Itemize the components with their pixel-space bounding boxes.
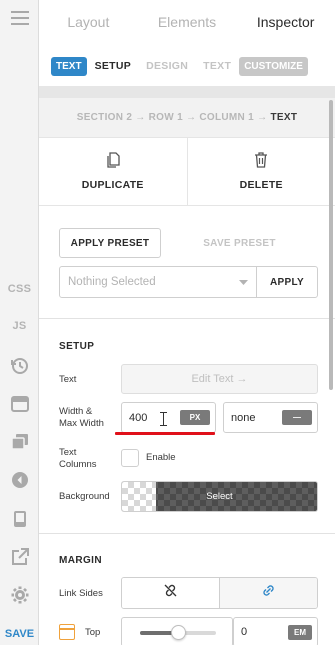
text-columns-label: Text Columns (59, 447, 97, 471)
apply-preset-button[interactable]: APPLY PRESET (59, 228, 161, 258)
width-label: Width & Max Width (59, 406, 104, 430)
width-label-line1: Width & (59, 406, 93, 417)
max-width-unit-button[interactable]: — (282, 410, 312, 425)
layout-icon[interactable] (0, 394, 39, 414)
edit-text-button[interactable]: Edit Text → (121, 364, 318, 394)
width-value: 400 (129, 411, 148, 424)
trash-icon (254, 152, 268, 171)
subtab-text[interactable]: TEXT (203, 60, 231, 72)
subtab-design[interactable]: DESIGN (146, 60, 188, 72)
margin-top-unit-button[interactable]: EM (288, 624, 312, 640)
js-button[interactable]: JS (0, 318, 39, 334)
link-sides-label: Link Sides (59, 588, 103, 599)
margin-top-value: 0 (241, 626, 248, 638)
max-width-input[interactable]: none — (223, 402, 318, 433)
history-icon[interactable] (0, 356, 39, 376)
text-columns-line2: Columns (59, 459, 97, 470)
menu-icon[interactable] (0, 8, 39, 28)
save-preset-button[interactable]: SAVE PRESET (161, 238, 318, 249)
subtab-setup[interactable]: SETUP (95, 60, 132, 72)
delete-button[interactable]: DELETE (186, 138, 335, 205)
css-button[interactable]: CSS (0, 281, 39, 297)
caret-down-icon (239, 276, 248, 288)
external-link-icon[interactable] (0, 547, 39, 567)
text-columns-checkbox[interactable] (121, 449, 139, 467)
element-type-badge: TEXT (51, 56, 87, 76)
responsive-icon[interactable] (0, 509, 39, 529)
max-width-value: none (231, 411, 256, 424)
breadcrumb: SECTION 2 → ROW 1 → COLUMN 1 → TEXT (39, 98, 335, 138)
separator-bar (39, 86, 335, 98)
preset-select[interactable]: Nothing Selected (60, 267, 257, 297)
preset-select-row: Nothing Selected APPLY (59, 266, 318, 298)
enable-label: Enable (146, 452, 176, 463)
text-label: Text (59, 374, 77, 385)
left-toolbar: CSS JS SAVE (0, 0, 39, 645)
breadcrumb-path[interactable]: SECTION 2 → ROW 1 → COLUMN 1 → (77, 112, 268, 123)
inspector-subtabs: TEXT SETUP DESIGN TEXT CUSTOMIZE (39, 50, 335, 82)
unlink-sides-button[interactable] (122, 578, 219, 608)
tab-inspector[interactable]: Inspector (236, 0, 335, 43)
preset-select-value: Nothing Selected (68, 276, 156, 288)
preset-row: APPLY PRESET SAVE PRESET (59, 228, 318, 258)
save-button[interactable]: SAVE (0, 626, 39, 642)
divider (39, 533, 335, 534)
link-sides-button[interactable] (219, 578, 317, 608)
slider-handle[interactable] (170, 625, 186, 640)
width-label-line2: Max Width (59, 418, 104, 429)
scrollbar[interactable] (329, 100, 333, 390)
margin-top-icon (59, 624, 75, 640)
back-icon[interactable] (0, 470, 39, 490)
customize-button[interactable]: CUSTOMIZE (239, 56, 308, 76)
apply-button[interactable]: APPLY (257, 267, 317, 297)
link-icon (262, 584, 275, 602)
unlink-icon (164, 584, 177, 602)
margin-top-input[interactable]: 0 EM (233, 617, 318, 645)
templates-icon[interactable] (0, 432, 39, 452)
panel-tabs: Layout Elements Inspector (39, 0, 335, 43)
link-sides-toggle (121, 577, 318, 609)
settings-gear-icon[interactable] (0, 585, 39, 605)
background-label: Background (59, 491, 110, 502)
margin-section-title: MARGIN (59, 555, 102, 566)
width-input[interactable]: 400 PX (121, 402, 216, 433)
tab-layout[interactable]: Layout (39, 0, 138, 43)
top-label: Top (85, 627, 101, 638)
duplicate-button[interactable]: DUPLICATE (39, 138, 187, 205)
margin-top-slider[interactable] (121, 617, 233, 645)
tab-elements[interactable]: Elements (138, 0, 237, 43)
delete-label: DELETE (239, 179, 283, 191)
divider (39, 318, 335, 319)
text-columns-line1: Text (59, 447, 77, 458)
setup-section-title: SETUP (59, 341, 95, 352)
text-cursor-icon (160, 412, 167, 429)
breadcrumb-current: TEXT (270, 112, 298, 123)
duplicate-icon (106, 152, 120, 171)
background-select-label: Select (206, 491, 233, 502)
element-actions: DUPLICATE DELETE (39, 138, 335, 206)
background-select[interactable]: Select (121, 481, 318, 512)
transparent-swatch (122, 482, 156, 511)
highlight-underline (115, 432, 215, 435)
duplicate-label: DUPLICATE (81, 179, 144, 191)
width-unit-button[interactable]: PX (180, 410, 210, 425)
